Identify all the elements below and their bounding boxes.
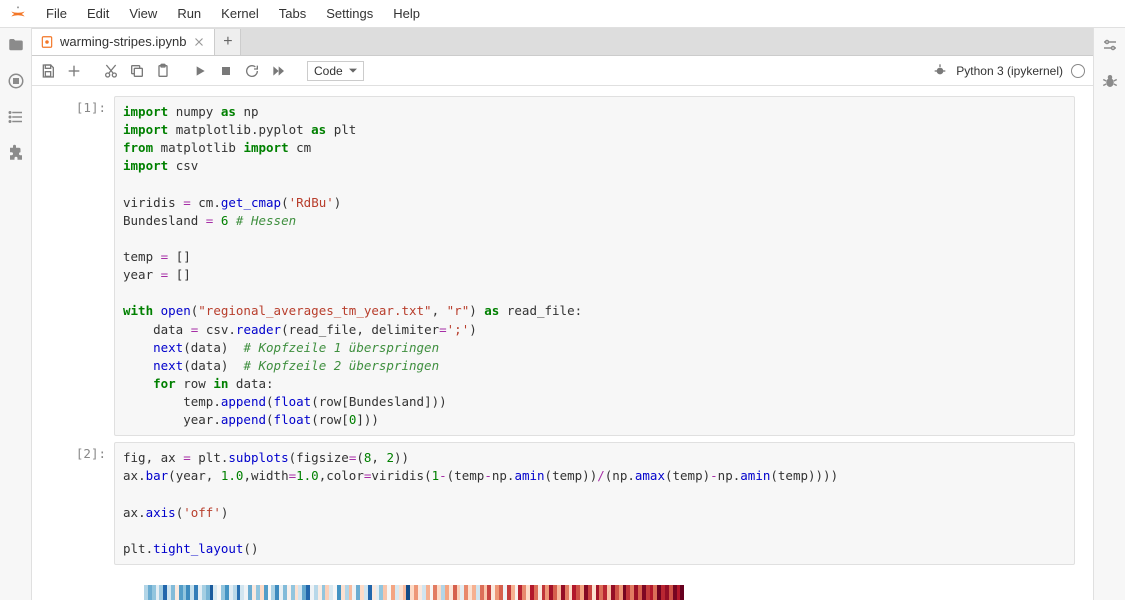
close-icon[interactable]: [192, 35, 206, 49]
kernel-status[interactable]: Python 3 (ipykernel): [932, 63, 1085, 79]
add-cell-button[interactable]: [66, 63, 82, 79]
menubar: FileEditViewRunKernelTabsSettingsHelp: [0, 0, 1125, 28]
copy-button[interactable]: [129, 63, 145, 79]
running-icon[interactable]: [7, 72, 25, 90]
tab-title: warming-stripes.ipynb: [60, 34, 186, 49]
save-button[interactable]: [40, 63, 56, 79]
paste-button[interactable]: [155, 63, 171, 79]
notebook-toolbar: Code Python 3 (ipykernel): [32, 56, 1093, 86]
right-sidebar: [1093, 28, 1125, 600]
cell-type-value: Code: [314, 64, 343, 78]
restart-button[interactable]: [244, 63, 260, 79]
menu-run[interactable]: Run: [167, 2, 211, 25]
chart-output: [114, 571, 1075, 600]
tabbar: warming-stripes.ipynb +: [32, 28, 1093, 56]
menu-help[interactable]: Help: [383, 2, 430, 25]
cell-type-select[interactable]: Code: [307, 61, 364, 81]
notebook-tab[interactable]: warming-stripes.ipynb: [32, 29, 215, 55]
folder-icon[interactable]: [7, 36, 25, 54]
kernel-idle-icon: [1071, 64, 1085, 78]
menu-edit[interactable]: Edit: [77, 2, 119, 25]
notebook-body[interactable]: [1]: import numpy as np import matplotli…: [32, 86, 1093, 600]
extension-icon[interactable]: [7, 144, 25, 162]
restart-run-all-button[interactable]: [270, 63, 286, 79]
cell-input[interactable]: fig, ax = plt.subplots(figsize=(8, 2)) a…: [114, 442, 1075, 565]
output-cell: [50, 571, 1075, 600]
cut-button[interactable]: [103, 63, 119, 79]
menu-file[interactable]: File: [36, 2, 77, 25]
run-button[interactable]: [192, 63, 208, 79]
menu-view[interactable]: View: [119, 2, 167, 25]
bug-icon[interactable]: [932, 63, 948, 79]
new-launcher-button[interactable]: +: [215, 29, 241, 55]
prompt: [1]:: [50, 96, 114, 436]
property-inspector-icon[interactable]: [1101, 36, 1119, 54]
jupyter-logo: [8, 4, 28, 24]
kernel-name[interactable]: Python 3 (ipykernel): [956, 64, 1063, 78]
prompt: [2]:: [50, 442, 114, 565]
interrupt-button[interactable]: [218, 63, 234, 79]
menu-settings[interactable]: Settings: [316, 2, 383, 25]
code-cell[interactable]: [1]: import numpy as np import matplotli…: [50, 96, 1075, 436]
warming-stripes-chart: [144, 585, 684, 600]
code-cell[interactable]: [2]: fig, ax = plt.subplots(figsize=(8, …: [50, 442, 1075, 565]
cell-input[interactable]: import numpy as np import matplotlib.pyp…: [114, 96, 1075, 436]
menu-tabs[interactable]: Tabs: [269, 2, 316, 25]
left-sidebar: [0, 28, 32, 600]
toc-icon[interactable]: [7, 108, 25, 126]
notebook-icon: [40, 35, 54, 49]
menu-kernel[interactable]: Kernel: [211, 2, 269, 25]
debugger-icon[interactable]: [1101, 72, 1119, 90]
main-area: warming-stripes.ipynb + Code Python 3 (i…: [32, 28, 1093, 600]
